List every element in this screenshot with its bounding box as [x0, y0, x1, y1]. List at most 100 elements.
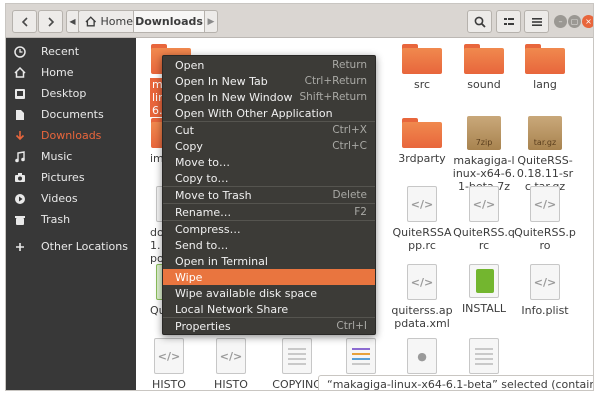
menu-item-send-to[interactable]: Send to… [163, 237, 375, 253]
menu-item-copy[interactable]: Copy Ctrl+C [163, 138, 375, 154]
file-item-archive-7z[interactable]: 7zip makagiga-linux-x64-6.1-beta.7z [453, 116, 515, 193]
code-file-icon: </> [530, 264, 560, 300]
menu-button[interactable] [524, 10, 549, 33]
file-label: Info.plist [521, 304, 569, 317]
file-label: lang [533, 78, 557, 91]
file-label: HISTORY_EN [214, 378, 248, 391]
code-file-icon: </> [216, 338, 246, 374]
menu-item-label: Properties [175, 319, 231, 333]
file-label: HISTORY_RU [152, 378, 186, 391]
context-menu: Open Return Open In New Tab Ctrl+Return Op… [162, 55, 376, 335]
code-file-icon: </> [407, 186, 437, 222]
file-item-history-en[interactable]: </> HISTORY_EN [200, 338, 262, 391]
menu-item-move-to[interactable]: Move to… [163, 154, 375, 170]
menu-item-accel: Ctrl+X [332, 124, 367, 136]
sidebar-item-music[interactable]: Music [6, 146, 136, 167]
sidebar-item-downloads[interactable]: Downloads [6, 125, 136, 146]
menu-item-accel: Return [332, 59, 367, 71]
menu-item-move-to-trash[interactable]: Move to Trash Delete [163, 187, 375, 203]
file-item-text-2[interactable] [453, 338, 515, 374]
menu-item-properties[interactable]: Properties Ctrl+I [163, 318, 375, 334]
minimize-button[interactable]: – [554, 15, 567, 28]
sidebar-item-label: Music [41, 150, 73, 163]
menu-item-label: Open in Terminal [175, 254, 268, 268]
file-item-sound[interactable]: sound [453, 44, 515, 91]
menu-item-accel: Shift+Return [299, 91, 367, 103]
file-item-text-doc[interactable] [330, 338, 392, 374]
chevron-left-icon [21, 16, 28, 27]
archive-icon: 7zip [467, 116, 501, 150]
forward-button[interactable] [38, 10, 63, 33]
view-toggle-button[interactable] [496, 10, 521, 33]
file-item-archive-tgz[interactable]: tar.gz QuiteRSS-0.18.11-src.tar.gz [514, 116, 576, 193]
file-item-install[interactable]: INSTALL [453, 264, 515, 315]
status-bar: “makagiga-linux-x64-6.1-beta” selected (… [318, 375, 593, 390]
file-item-contact[interactable]: ● [391, 338, 453, 374]
sidebar-item-other-locations[interactable]: Other Locations [6, 236, 136, 257]
sidebar-item-recent[interactable]: Recent [6, 41, 136, 62]
sidebar-item-documents[interactable]: Documents [6, 104, 136, 125]
menu-item-label: Local Network Share [175, 302, 289, 316]
file-item-src[interactable]: src [391, 44, 453, 91]
sidebar-item-desktop[interactable]: Desktop [6, 83, 136, 104]
menu-item-label: Move to… [175, 155, 231, 169]
menu-item-copy-to[interactable]: Copy to… [163, 170, 375, 186]
file-item-quiterssapp-rc[interactable]: </> QuiteRSSApp.rc [391, 186, 453, 252]
video-icon [13, 192, 27, 206]
menu-item-wipe[interactable]: Wipe [163, 269, 375, 285]
sidebar-item-trash[interactable]: Trash [6, 209, 136, 230]
menu-item-open[interactable]: Open Return [163, 57, 375, 73]
menu-item-open-new-window[interactable]: Open In New Window Shift+Return [163, 89, 375, 105]
trash-icon [13, 213, 27, 227]
chevron-right-icon [47, 16, 54, 27]
menu-item-label: Cut [175, 123, 194, 137]
file-item-history-ru[interactable]: </> HISTORY_RU [138, 338, 200, 391]
menu-item-label: Wipe available disk space [175, 286, 317, 300]
breadcrumb-downloads-label: Downloads [135, 15, 203, 28]
file-item-quiterss-pro[interactable]: </> QuiteRSS.pro [514, 186, 576, 252]
menu-item-open-terminal[interactable]: Open in Terminal [163, 253, 375, 269]
menu-item-open-with[interactable]: Open With Other Application [163, 105, 375, 121]
sidebar: Recent Home Desktop Documents Downloads … [6, 38, 136, 390]
folder-icon [525, 44, 565, 74]
file-item-info-plist[interactable]: </> Info.plist [514, 264, 576, 317]
maximize-icon: ▢ [570, 16, 579, 26]
folder-icon [402, 44, 442, 74]
sidebar-item-label: Videos [41, 192, 78, 205]
sidebar-item-pictures[interactable]: Pictures [6, 167, 136, 188]
back-button[interactable] [12, 10, 37, 33]
text-file-icon [346, 338, 376, 374]
close-button[interactable]: × [582, 15, 593, 28]
menu-item-compress[interactable]: Compress… [163, 221, 375, 237]
minimize-icon: – [558, 16, 563, 26]
breadcrumb-scroll-right-button[interactable]: ▶ [204, 10, 218, 33]
menu-item-cut[interactable]: Cut Ctrl+X [163, 122, 375, 138]
breadcrumb-downloads[interactable]: Downloads [133, 10, 205, 33]
file-label: QuiteRSSApp.rc [392, 226, 452, 252]
menu-item-rename[interactable]: Rename… F2 [163, 204, 375, 220]
file-label: QuiteRSS.pro [514, 226, 576, 252]
menu-item-accel: Delete [332, 189, 368, 201]
camera-icon [13, 171, 27, 185]
maximize-button[interactable]: ▢ [568, 15, 581, 28]
code-file-icon: </> [154, 338, 184, 374]
code-file-icon: </> [407, 264, 437, 300]
menu-item-open-new-tab[interactable]: Open In New Tab Ctrl+Return [163, 73, 375, 89]
file-item-appdata-xml[interactable]: </> quiterss.appdata.xml [391, 264, 453, 330]
text-file-icon [469, 338, 499, 374]
hamburger-icon [531, 17, 542, 26]
menu-item-label: Wipe [175, 270, 203, 284]
file-item-lang[interactable]: lang [514, 44, 576, 91]
file-item-3rdparty[interactable]: 3rdparty [391, 118, 453, 165]
breadcrumb-home[interactable]: Home [78, 10, 134, 33]
archive-icon: tar.gz [528, 116, 562, 150]
sidebar-item-videos[interactable]: Videos [6, 188, 136, 209]
menu-item-wipe-disk-space[interactable]: Wipe available disk space [163, 285, 375, 301]
file-item-quiterss-qrc[interactable]: </> QuiteRSS.qrc [453, 186, 515, 252]
menu-item-accel: F2 [354, 206, 367, 218]
menu-item-accel: Ctrl+C [332, 140, 367, 152]
menu-item-label: Copy [175, 139, 203, 153]
sidebar-item-home[interactable]: Home [6, 62, 136, 83]
menu-item-network-share[interactable]: Local Network Share [163, 301, 375, 317]
search-button[interactable] [467, 10, 492, 33]
